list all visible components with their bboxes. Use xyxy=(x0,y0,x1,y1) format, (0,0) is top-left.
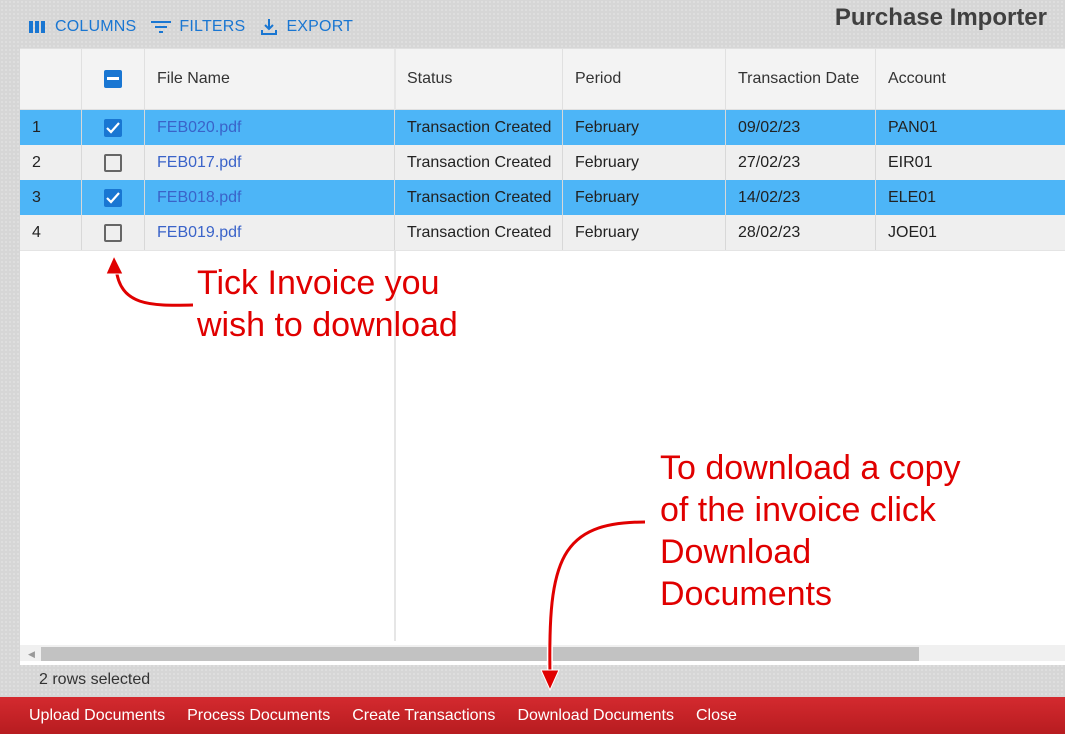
transaction-date-cell: 27/02/23 xyxy=(726,145,876,180)
status-cell: Transaction Created xyxy=(395,145,563,180)
table-row[interactable]: 1 FEB020.pdf Transaction Created February 09… xyxy=(20,110,1065,146)
download-documents-button[interactable]: Download Documents xyxy=(517,707,674,725)
transaction-date-cell: 14/02/23 xyxy=(726,180,876,215)
row-select-cell[interactable] xyxy=(82,215,145,250)
period-cell: February xyxy=(563,145,726,180)
file-name-cell[interactable]: FEB020.pdf xyxy=(145,110,395,145)
download-note-line-1: To download a copy xyxy=(660,449,961,487)
check-icon xyxy=(106,121,120,134)
period-cell: February xyxy=(563,110,726,145)
row-checkbox[interactable] xyxy=(104,118,122,137)
file-name-cell[interactable]: FEB018.pdf xyxy=(145,180,395,215)
scrollbar-thumb[interactable] xyxy=(41,647,919,661)
row-select-cell[interactable] xyxy=(82,110,145,145)
tick-note-line-2: wish to download xyxy=(197,306,458,344)
close-button[interactable]: Close xyxy=(696,707,737,725)
filters-button[interactable]: FILTERS xyxy=(150,18,245,36)
status-cell: Transaction Created xyxy=(395,110,563,145)
upload-documents-button[interactable]: Upload Documents xyxy=(29,707,165,725)
indeterminate-icon xyxy=(107,77,119,80)
status-cell: Transaction Created xyxy=(395,215,563,250)
file-name-cell[interactable]: FEB019.pdf xyxy=(145,215,395,250)
select-all-checkbox[interactable] xyxy=(104,70,122,88)
row-number-cell: 2 xyxy=(20,145,82,180)
horizontal-scrollbar[interactable]: ◀ xyxy=(20,645,1065,661)
row-checkbox[interactable] xyxy=(104,223,122,242)
header-status[interactable]: Status xyxy=(395,49,563,109)
columns-button[interactable]: COLUMNS xyxy=(28,18,136,36)
table-row[interactable]: 4 FEB019.pdf Transaction Created February 28… xyxy=(20,215,1065,251)
header-row-number xyxy=(20,49,82,109)
account-cell: EIR01 xyxy=(888,153,933,171)
filter-icon xyxy=(151,21,172,33)
page-title: Purchase Importer xyxy=(834,4,1047,31)
selection-status: 2 rows selected xyxy=(39,671,151,688)
row-select-cell[interactable] xyxy=(82,145,145,180)
columns-label: COLUMNS xyxy=(55,18,137,35)
tick-invoice-note: Tick Invoice you wish to download xyxy=(197,262,458,346)
download-note-line-2: of the invoice click xyxy=(660,491,936,529)
header-account[interactable]: Account xyxy=(876,49,1065,109)
export-label: EXPORT xyxy=(286,18,354,35)
action-bar: Upload Documents Process Documents Creat… xyxy=(0,697,1065,734)
grid-toolbar: COLUMNS FILTERS EXPORT xyxy=(28,14,367,40)
period-cell: February xyxy=(563,215,726,250)
table-row[interactable]: 2 FEB017.pdf Transaction Created February 27… xyxy=(20,145,1065,181)
row-number-cell: 3 xyxy=(20,180,82,215)
tick-note-line-1: Tick Invoice you xyxy=(197,264,440,302)
check-icon xyxy=(106,191,120,204)
download-note: To download a copy of the invoice click … xyxy=(660,447,961,615)
export-button[interactable]: EXPORT xyxy=(259,17,353,37)
transaction-date-cell: 28/02/23 xyxy=(726,215,876,250)
filters-label: FILTERS xyxy=(179,18,246,35)
header-select-all[interactable] xyxy=(82,49,145,109)
download-note-line-3: Download xyxy=(660,533,812,571)
download-note-line-4: Documents xyxy=(660,575,832,613)
file-name-cell[interactable]: FEB017.pdf xyxy=(145,145,395,180)
account-cell: ELE01 xyxy=(888,188,937,206)
row-select-cell[interactable] xyxy=(82,180,145,215)
download-icon xyxy=(261,19,278,35)
grid-header: File Name Status Period Transaction Date… xyxy=(20,49,1065,110)
header-file-name[interactable]: File Name xyxy=(145,49,395,109)
columns-icon xyxy=(29,21,45,33)
create-transactions-button[interactable]: Create Transactions xyxy=(352,707,495,725)
header-transaction-date[interactable]: Transaction Date xyxy=(726,49,876,109)
row-number-cell: 1 xyxy=(20,110,82,145)
row-checkbox[interactable] xyxy=(104,188,122,207)
header-period[interactable]: Period xyxy=(563,49,726,109)
status-cell: Transaction Created xyxy=(395,180,563,215)
transaction-date-cell: 09/02/23 xyxy=(726,110,876,145)
account-cell: JOE01 xyxy=(888,223,937,241)
scroll-left-icon[interactable]: ◀ xyxy=(28,649,35,660)
table-row[interactable]: 3 FEB018.pdf Transaction Created February 14… xyxy=(20,180,1065,216)
row-checkbox[interactable] xyxy=(104,153,122,172)
account-cell: PAN01 xyxy=(888,118,938,136)
process-documents-button[interactable]: Process Documents xyxy=(187,707,330,725)
period-cell: February xyxy=(563,180,726,215)
row-number-cell: 4 xyxy=(20,215,82,250)
